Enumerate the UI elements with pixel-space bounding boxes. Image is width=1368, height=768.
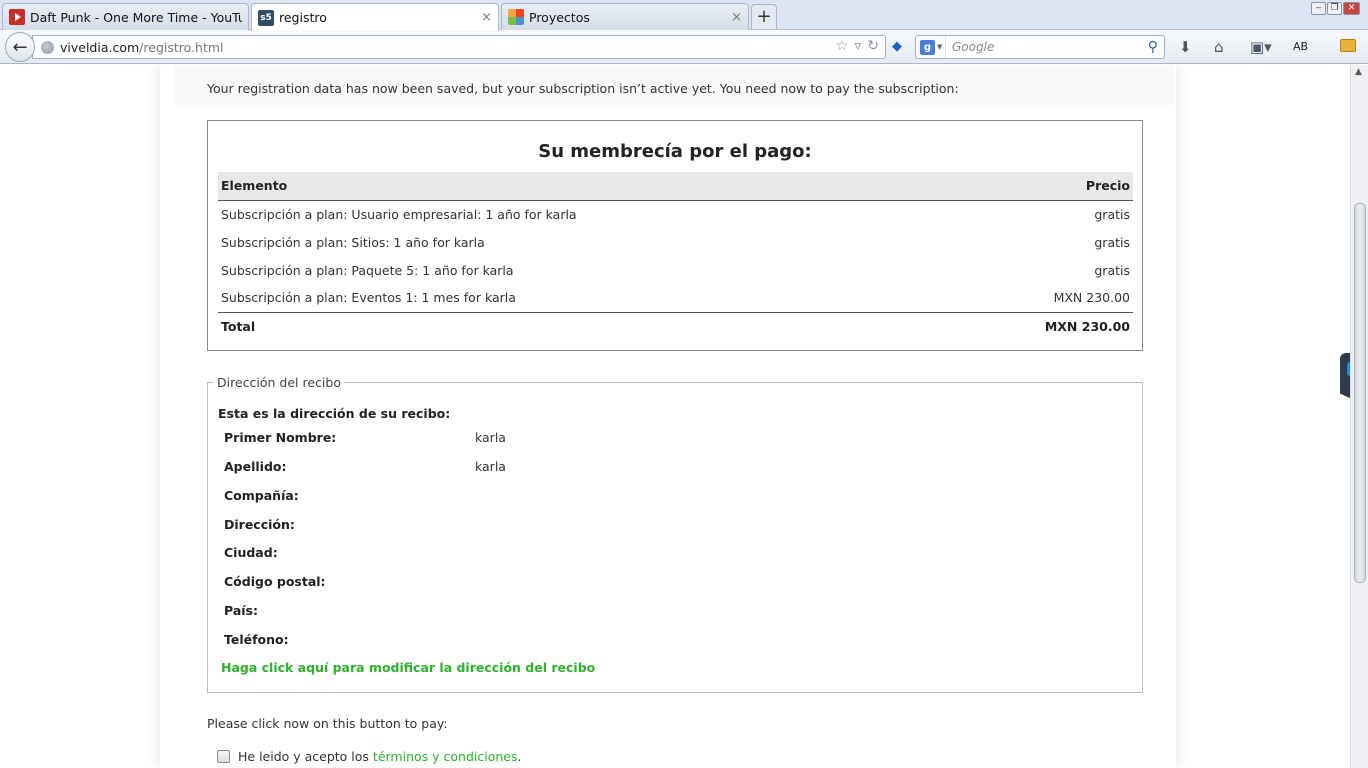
field-label: Apellido:	[224, 459, 287, 474]
minimize-icon[interactable]: ‒	[1311, 2, 1326, 15]
row-item: Subscripción a plan: Sitios: 1 año for k…	[221, 234, 485, 250]
back-button[interactable]: ←	[5, 32, 35, 62]
field-label: Teléfono:	[224, 632, 289, 647]
download-icon[interactable]: ⬇	[1179, 38, 1192, 56]
close-tab-icon[interactable]: ×	[731, 10, 742, 25]
fieldset-legend: Dirección del recibo	[214, 375, 344, 390]
pay-instructions: Please click now on this button to pay:	[207, 716, 448, 731]
column-header-item: Elemento	[218, 172, 949, 201]
scroll-up-arrow-icon[interactable]: ▲	[1355, 67, 1362, 77]
new-tab-button[interactable]: +	[751, 4, 777, 29]
terms-checkbox[interactable]	[217, 750, 230, 763]
registration-notice: Your registration data has now been save…	[207, 81, 959, 96]
table-row: Subscripción a plan: Eventos 1: 1 mes fo…	[218, 284, 1133, 312]
field-label: Ciudad:	[224, 545, 278, 560]
search-input[interactable]: Google	[952, 40, 1148, 54]
scrollbar-thumb[interactable]	[1354, 203, 1366, 583]
table-header: Elemento Precio	[218, 172, 1133, 201]
terms-link[interactable]: términos y condiciones	[373, 749, 518, 764]
total-value: MXN 230.00	[948, 311, 1133, 341]
tab-title: registro	[279, 10, 327, 25]
table-row: Subscripción a plan: Paquete 5: 1 año fo…	[218, 256, 1133, 284]
url-bar[interactable]: viveldia.com/registro.html ☆ ▿ ↻	[32, 35, 886, 59]
field-label: Primer Nombre:	[224, 430, 337, 445]
terms-row: He leido y acepto los términos y condici…	[217, 749, 521, 764]
field-value: karla	[475, 459, 506, 474]
edit-address-link[interactable]: Haga click aquí para modificar la direcc…	[221, 660, 595, 675]
page-viewport: Your registration data has now been save…	[0, 65, 1350, 768]
total-label: Total	[218, 311, 949, 341]
site-identity-icon[interactable]	[41, 40, 54, 54]
tab-proyectos[interactable]: Proyectos ×	[501, 3, 749, 30]
tab-title: Daft Punk - One More Time - YouTube	[30, 9, 242, 25]
google-icon: g	[920, 39, 935, 55]
close-window-icon[interactable]: ✕	[1343, 2, 1360, 15]
navigation-bar: viveldia.com/registro.html ☆ ▿ ↻ ← ◆ g ▼ …	[0, 30, 1368, 64]
tab-title: Proyectos	[529, 9, 590, 25]
billing-address-fieldset: Dirección del recibo Esta es la direcció…	[207, 375, 1143, 693]
history-dropdown-icon[interactable]: ▿	[854, 38, 861, 54]
search-bar[interactable]: g ▼ Google ⚲	[915, 35, 1165, 59]
vertical-scrollbar[interactable]: ▲	[1350, 65, 1368, 768]
row-price: gratis	[1094, 206, 1130, 222]
row-price: gratis	[1094, 234, 1130, 250]
url-actions: ☆ ▿ ↻	[836, 38, 879, 54]
bookmarks-folder-icon[interactable]	[1340, 39, 1356, 52]
close-tab-icon[interactable]: ×	[481, 10, 492, 25]
row-item: Subscripción a plan: Paquete 5: 1 año fo…	[221, 262, 514, 278]
membership-table: Elemento Precio Subscripción a plan: Usu…	[218, 172, 1133, 341]
address-intro: Esta es la dirección de su recibo:	[218, 406, 451, 421]
window-controls: ‒ ❐ ✕	[1311, 2, 1360, 15]
tab-registro[interactable]: s5 registro ×	[251, 3, 499, 31]
youtube-icon	[9, 9, 25, 25]
total-row: Total MXN 230.00	[218, 311, 1133, 341]
url-host: viveldia.com	[60, 39, 140, 55]
field-value: karla	[475, 430, 506, 445]
row-item: Subscripción a plan: Usuario empresarial…	[221, 206, 577, 222]
terms-suffix: .	[517, 749, 522, 764]
search-icon[interactable]: ⚲	[1148, 39, 1158, 55]
joomla-icon	[508, 9, 524, 25]
maximize-icon[interactable]: ❐	[1327, 2, 1342, 15]
home-icon[interactable]: ⌂	[1214, 38, 1224, 56]
tab-youtube[interactable]: Daft Punk - One More Time - YouTube	[2, 3, 249, 30]
field-label: País:	[224, 603, 258, 618]
search-engine-selector[interactable]: g ▼	[916, 36, 946, 58]
extension-bird-icon[interactable]: ◆	[892, 39, 908, 54]
membership-box: Su membrecía por el pago: Elemento Preci…	[207, 120, 1143, 351]
tab-strip: Daft Punk - One More Time - YouTube s5 r…	[0, 0, 1368, 31]
field-label: Compañía:	[224, 488, 299, 503]
table-row: Subscripción a plan: Sitios: 1 año for k…	[218, 228, 1133, 256]
back-arrow-icon: ←	[12, 36, 28, 58]
bookmarks-menu-icon[interactable]: ▣▾	[1250, 38, 1272, 56]
field-label: Código postal:	[224, 574, 326, 589]
membership-title: Su membrecía por el pago:	[538, 141, 812, 162]
row-item: Subscripción a plan: Eventos 1: 1 mes fo…	[221, 290, 516, 306]
table-row: Subscripción a plan: Usuario empresarial…	[218, 200, 1133, 228]
profile-label[interactable]: AB	[1293, 40, 1308, 53]
s5-icon: s5	[258, 9, 274, 26]
row-price: gratis	[1094, 262, 1130, 278]
field-label: Dirección:	[224, 517, 295, 532]
terms-prefix: He leido y acepto los	[238, 749, 373, 764]
bookmark-star-icon[interactable]: ☆	[836, 38, 849, 54]
url-path: /registro.html	[139, 39, 224, 55]
column-header-price: Precio	[948, 172, 1133, 201]
chevron-down-icon: ▼	[937, 43, 943, 51]
row-price: MXN 230.00	[1053, 290, 1130, 306]
reload-icon[interactable]: ↻	[867, 38, 879, 54]
